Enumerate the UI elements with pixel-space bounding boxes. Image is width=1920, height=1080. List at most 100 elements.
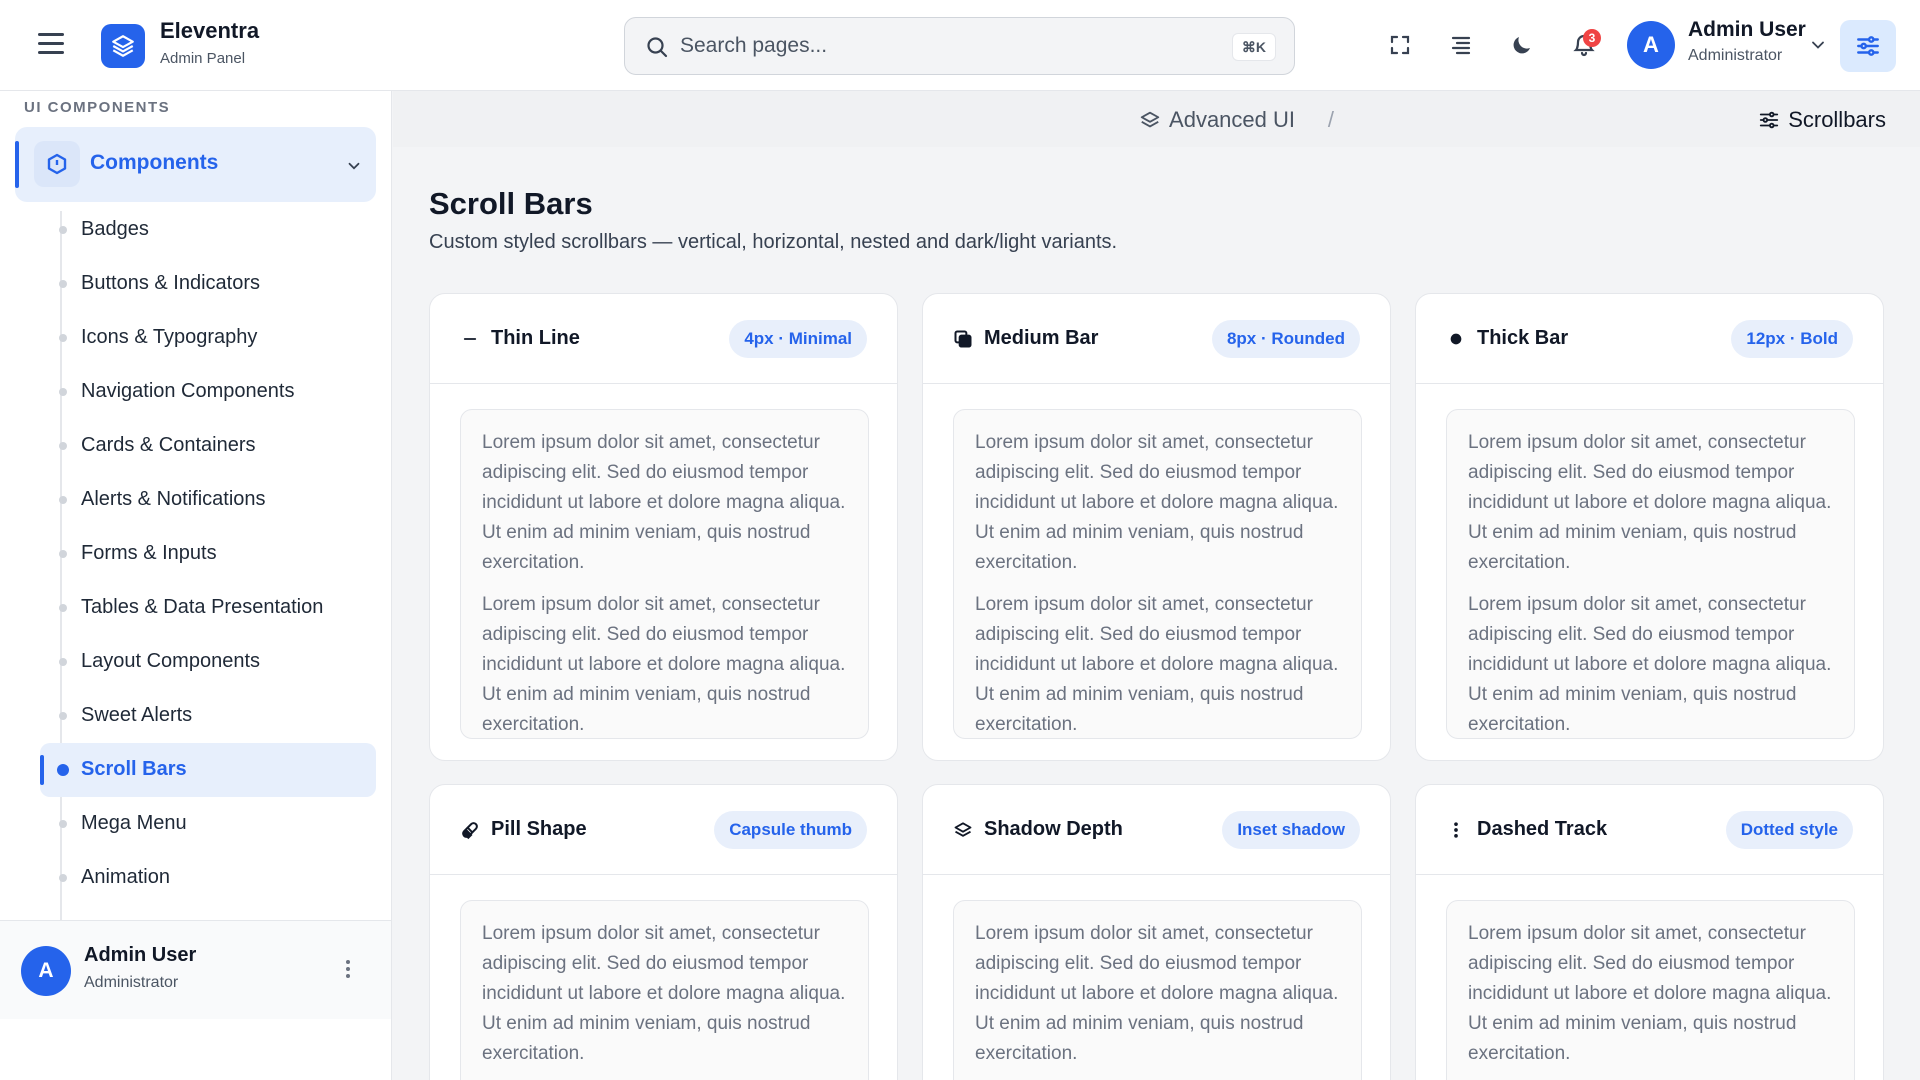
page-title: Scroll Bars <box>429 186 593 221</box>
sidebar-item-badges[interactable]: Badges <box>40 203 376 257</box>
sidebar-group-components[interactable]: Components <box>15 127 376 202</box>
card-header: Thick Bar 12px · Bold <box>1416 294 1883 384</box>
sidebar-group-label: Components <box>90 151 219 174</box>
sidebar-item-forms-inputs[interactable]: Forms & Inputs <box>40 527 376 581</box>
breadcrumb-current: Scrollbars <box>1341 107 1886 133</box>
sidebar-item-label: Cards & Containers <box>81 434 256 456</box>
more-vertical-icon[interactable] <box>340 957 356 986</box>
breadcrumb-separator: / <box>1327 107 1334 132</box>
breadcrumb: Advanced UI / Scrollbars <box>393 91 1920 147</box>
sidebar-item-animation[interactable]: Animation <box>40 851 376 905</box>
sidebar-item-label: Animation <box>81 866 170 888</box>
chevron-down-icon[interactable] <box>1808 35 1828 60</box>
lorem-paragraph: Lorem ipsum dolor sit amet, consectetur … <box>482 432 846 573</box>
sidebar-item-mega-menu[interactable]: Mega Menu <box>40 797 376 851</box>
search-input[interactable] <box>680 28 1200 64</box>
scroll-area[interactable]: Lorem ipsum dolor sit amet, consectetur … <box>460 409 869 739</box>
breadcrumb-parent[interactable]: Advanced UI <box>1139 107 1295 133</box>
sidebar-user-footer: A Admin User Administrator <box>0 920 391 1019</box>
sidebar-item-sweet-alerts[interactable]: Sweet Alerts <box>40 689 376 743</box>
card-title: Thick Bar <box>1477 327 1569 349</box>
card-badge: 12px · Bold <box>1731 320 1853 358</box>
search-bar: ⌘K <box>624 17 1295 75</box>
bullet-icon <box>59 712 67 720</box>
bullet-icon <box>59 280 67 288</box>
sidebar-item-cards-containers[interactable]: Cards & Containers <box>40 419 376 473</box>
fullscreen-icon[interactable] <box>1383 28 1417 62</box>
circle-icon <box>1446 329 1466 349</box>
lorem-paragraph: Lorem ipsum dolor sit amet, consectetur … <box>975 923 1339 1064</box>
avatar[interactable]: A <box>21 946 71 996</box>
card-badge: Dotted style <box>1725 811 1853 849</box>
sidebar: UI COMPONENTS Components Badges Buttons … <box>0 91 392 1080</box>
layers-icon <box>1140 111 1160 128</box>
card-title: Thin Line <box>491 327 580 349</box>
card-pill-shape: Pill Shape Capsule thumb Lorem ipsum dol… <box>429 784 898 1080</box>
card-dashed-track: Dashed Track Dotted style Lorem ipsum do… <box>1415 784 1884 1080</box>
card-thick-bar: Thick Bar 12px · Bold Lorem ipsum dolor … <box>1415 293 1884 761</box>
sidebar-item-label: Tables & Data Presentation <box>81 596 324 618</box>
lorem-paragraph: Lorem ipsum dolor sit amet, consectetur … <box>482 594 846 735</box>
bullet-icon <box>59 496 67 504</box>
card-header: Medium Bar 8px · Rounded <box>923 294 1390 384</box>
sidebar-item-label: Mega Menu <box>81 812 187 834</box>
sidebar-item-label: Scroll Bars <box>81 758 187 780</box>
scroll-area[interactable]: Lorem ipsum dolor sit amet, consectetur … <box>953 409 1362 739</box>
avatar[interactable]: A <box>1627 21 1675 69</box>
bullet-icon <box>59 604 67 612</box>
notification-badge: 3 <box>1583 29 1601 47</box>
top-header: Eleventra Admin Panel ⌘K 3 A Admin User … <box>0 0 1920 91</box>
sidebar-item-navigation-components[interactable]: Navigation Components <box>40 365 376 419</box>
dash-icon <box>460 329 480 349</box>
sidebar-item-layout-components[interactable]: Layout Components <box>40 635 376 689</box>
sidebar-section-label: UI COMPONENTS <box>24 99 171 116</box>
brand-subtitle: Admin Panel <box>160 50 246 67</box>
user-role: Administrator <box>84 974 179 991</box>
sidebar-item-tables-data[interactable]: Tables & Data Presentation <box>40 581 376 635</box>
bullet-icon <box>59 658 67 666</box>
bullet-icon <box>59 550 67 558</box>
active-indicator <box>40 755 44 785</box>
sidebar-item-buttons-indicators[interactable]: Buttons & Indicators <box>40 257 376 311</box>
lorem-paragraph: Lorem ipsum dolor sit amet, consectetur … <box>975 432 1339 573</box>
card-medium-bar: Medium Bar 8px · Rounded Lorem ipsum dol… <box>922 293 1391 761</box>
bullet-icon <box>59 226 67 234</box>
settings-button[interactable] <box>1840 20 1896 72</box>
sidebar-item-label: Sweet Alerts <box>81 704 193 726</box>
sidebar-item-label: Alerts & Notifications <box>81 488 266 510</box>
card-badge: Capsule thumb <box>714 811 867 849</box>
scroll-area[interactable]: Lorem ipsum dolor sit amet, consectetur … <box>953 900 1362 1080</box>
sidebar-item-scroll-bars[interactable]: Scroll Bars <box>40 743 376 797</box>
lorem-paragraph: Lorem ipsum dolor sit amet, consectetur … <box>975 594 1339 735</box>
scroll-area[interactable]: Lorem ipsum dolor sit amet, consectetur … <box>1446 409 1855 739</box>
bullet-icon <box>59 874 67 882</box>
sidebar-item-label: Badges <box>81 218 149 240</box>
card-header: Shadow Depth Inset shadow <box>923 785 1390 875</box>
card-title: Dashed Track <box>1477 818 1608 840</box>
menu-toggle-icon[interactable] <box>38 33 64 57</box>
layers-icon <box>953 820 973 840</box>
card-title: Pill Shape <box>491 818 587 840</box>
card-thin-line: Thin Line 4px · Minimal Lorem ipsum dolo… <box>429 293 898 761</box>
user-name[interactable]: Admin User <box>1688 18 1806 42</box>
search-icon <box>645 35 669 64</box>
lorem-paragraph: Lorem ipsum dolor sit amet, consectetur … <box>482 923 846 1064</box>
sidebar-item-icons-typography[interactable]: Icons & Typography <box>40 311 376 365</box>
align-icon[interactable] <box>1444 28 1478 62</box>
scroll-area[interactable]: Lorem ipsum dolor sit amet, consectetur … <box>460 900 869 1080</box>
search-shortcut: ⌘K <box>1231 33 1276 61</box>
bullet-icon <box>59 820 67 828</box>
sliders-icon <box>1857 36 1879 56</box>
scroll-area[interactable]: Lorem ipsum dolor sit amet, consectetur … <box>1446 900 1855 1080</box>
card-title: Medium Bar <box>984 327 1099 349</box>
brand-name: Eleventra <box>160 18 260 43</box>
bullet-icon <box>59 334 67 342</box>
moon-icon[interactable] <box>1505 28 1539 62</box>
sidebar-item-alerts-notifications[interactable]: Alerts & Notifications <box>40 473 376 527</box>
lorem-paragraph: Lorem ipsum dolor sit amet, consectetur … <box>1468 594 1832 735</box>
page-description: Custom styled scrollbars — vertical, hor… <box>429 231 1118 253</box>
card-header: Thin Line 4px · Minimal <box>430 294 897 384</box>
sidebar-item-label: Layout Components <box>81 650 261 672</box>
components-icon <box>34 141 80 187</box>
sidebar-item-label: Forms & Inputs <box>81 542 217 564</box>
